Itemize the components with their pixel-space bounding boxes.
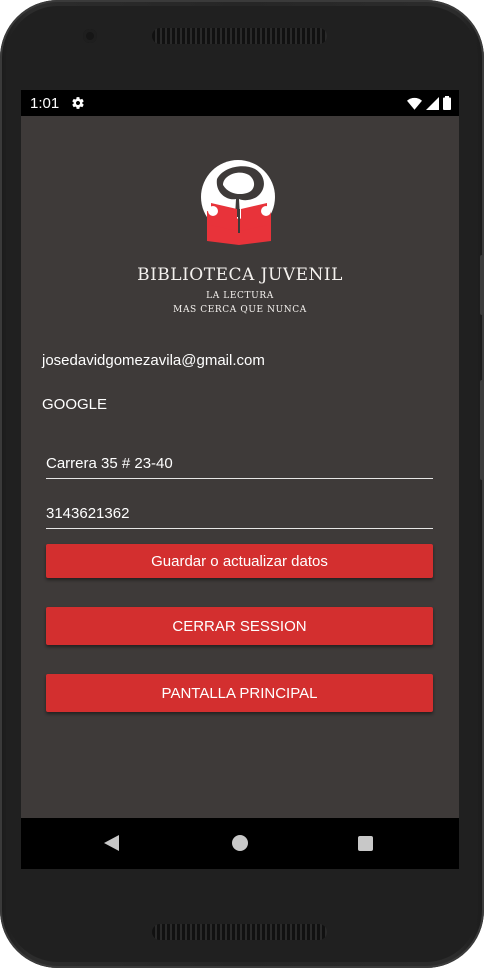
recents-icon[interactable]	[358, 836, 373, 851]
top-speaker-grille	[152, 28, 327, 44]
status-icons	[407, 96, 451, 110]
user-email: josedavidgomezavila@gmail.com	[42, 352, 265, 369]
signal-icon	[426, 96, 439, 110]
address-input[interactable]	[46, 455, 426, 472]
logout-button[interactable]: CERRAR SESSION	[46, 607, 433, 645]
brand-title: BIBLIOTECA JUVENIL	[137, 265, 343, 285]
status-bar: 1:01	[21, 90, 459, 116]
front-camera	[83, 29, 97, 43]
profile-content: BIBLIOTECA JUVENIL LA LECTURA MAS CERCA …	[21, 116, 459, 818]
phone-field	[46, 492, 433, 529]
main-screen-button[interactable]: PANTALLA PRINCIPAL	[46, 674, 433, 712]
status-time: 1:01	[30, 95, 60, 112]
back-icon[interactable]	[104, 835, 119, 851]
home-icon[interactable]	[232, 835, 248, 851]
volume-button	[480, 255, 484, 315]
gear-icon	[72, 97, 84, 109]
navigation-bar	[21, 818, 459, 869]
app-screen: 1:01 BIBLIOTECA JUVENIL LA LECTURA MAS C…	[21, 90, 459, 869]
phone-input[interactable]	[46, 505, 426, 522]
bottom-speaker-grille	[152, 924, 327, 940]
wifi-icon	[407, 97, 422, 110]
auth-provider: GOOGLE	[42, 396, 108, 413]
battery-icon	[443, 96, 451, 110]
brand-subtitle-line2: MAS CERCA QUE NUNCA	[173, 305, 307, 315]
library-logo	[201, 160, 275, 245]
phone-frame: 1:01 BIBLIOTECA JUVENIL LA LECTURA MAS C…	[0, 0, 484, 968]
power-button	[480, 380, 484, 480]
brand-subtitle-line1: LA LECTURA	[206, 291, 274, 301]
address-field	[46, 442, 433, 479]
save-update-button[interactable]: Guardar o actualizar datos	[46, 544, 433, 578]
